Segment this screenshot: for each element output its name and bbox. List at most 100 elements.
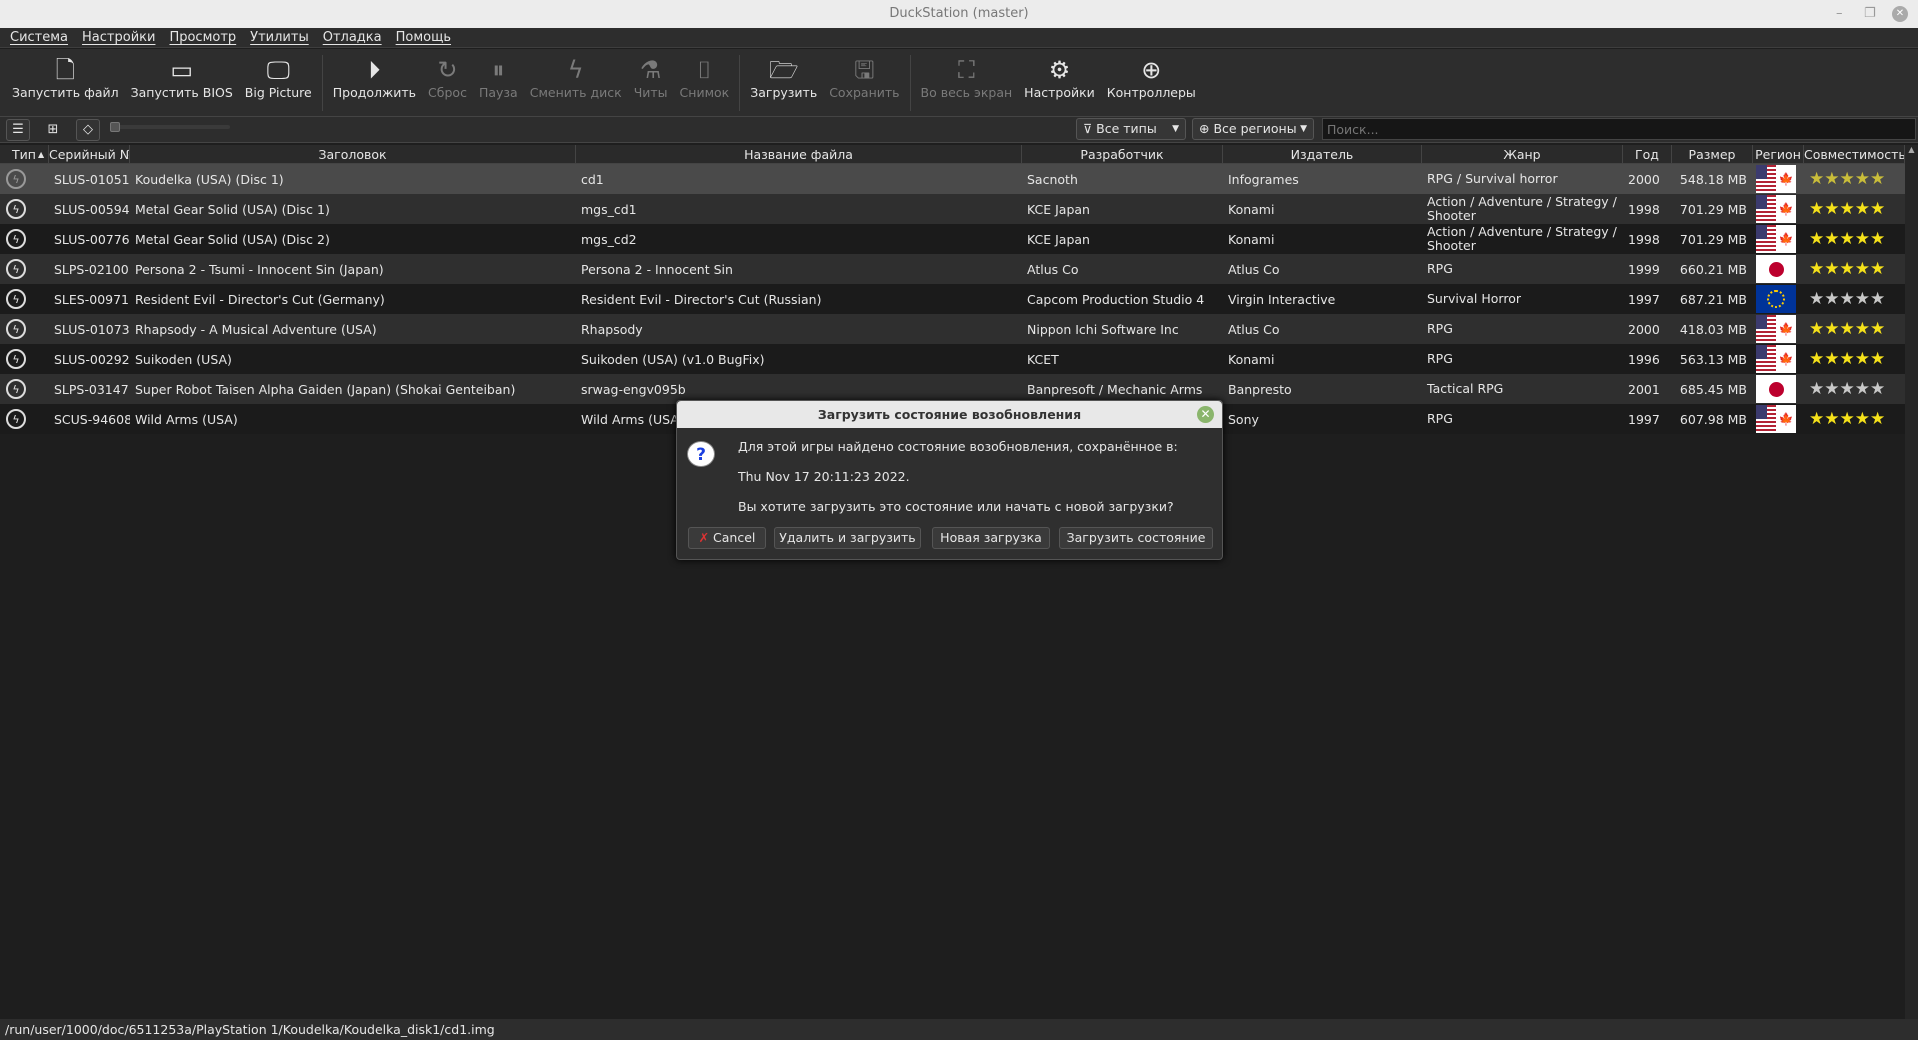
list-view-button[interactable]: ☰ (6, 119, 30, 141)
column-header[interactable]: Серийный № (49, 145, 130, 164)
toolbar-button-10[interactable]: 🖫 Сохранить (823, 49, 905, 100)
toolbar-button-11[interactable]: ⛶ Во весь экран (915, 49, 1019, 100)
column-header[interactable]: Размер (1672, 145, 1753, 164)
pause-icon: ⏸ (492, 56, 505, 84)
region-flag-eu (1756, 285, 1796, 313)
column-header[interactable]: Заголовок (130, 145, 576, 164)
disc-type-icon: ϟ (6, 319, 26, 339)
toolbar-button-label: Big Picture (244, 85, 312, 100)
star-icon: ★ (1809, 289, 1825, 309)
table-row[interactable]: ϟ SLUS-00776 Metal Gear Solid (USA) (Disc … (0, 224, 1905, 254)
cell-publisher: Konami (1228, 201, 1275, 217)
maximize-button[interactable]: ❐ (1864, 0, 1876, 28)
toolbar-button-6[interactable]: ϟ Сменить диск (524, 49, 628, 100)
cancel-icon: ✗ (698, 530, 714, 545)
menu-item[interactable]: Помощь (396, 28, 451, 47)
menu-item[interactable]: Настройки (82, 28, 155, 47)
dialog-message-line1: Для этой игры найдено состояние возобнов… (738, 439, 1178, 454)
vertical-scrollbar[interactable]: ▲ (1905, 145, 1918, 1019)
region-filter-dropdown[interactable]: ⊕ Все регионы ▼ (1192, 118, 1314, 140)
star-icon: ★ (1824, 349, 1840, 369)
minimize-button[interactable]: – (1836, 0, 1843, 28)
type-filter-dropdown[interactable]: ⊽ Все типы ▼ (1076, 118, 1186, 140)
toolbar-button-13[interactable]: ⊕ Контроллеры (1101, 49, 1202, 100)
cell-serial: SLUS-00292 (54, 351, 130, 367)
region-flag-us-ca: 🍁 (1756, 225, 1796, 253)
dialog-title-bar: Загрузить состояние возобновления ✕ (677, 401, 1222, 428)
status-bar: /run/user/1000/doc/6511253a/PlayStation … (0, 1019, 1918, 1040)
menu-item[interactable]: Просмотр (169, 28, 236, 47)
zoom-slider[interactable] (110, 122, 230, 132)
toolbar-separator (321, 55, 323, 111)
delete-and-boot-button[interactable]: Удалить и загрузить (774, 527, 921, 549)
search-input[interactable] (1322, 118, 1916, 140)
toolbar-button-label: Запустить файл (12, 85, 119, 100)
menu-item[interactable]: Система (10, 28, 68, 47)
cell-file: Rhapsody (581, 321, 643, 337)
column-header[interactable]: Название файла (576, 145, 1022, 164)
cell-year: 1998 (1628, 201, 1660, 217)
star-icon: ★ (1809, 259, 1825, 279)
table-row[interactable]: ϟ SLUS-00292 Suikoden (USA) Suikoden (USA) … (0, 344, 1905, 374)
star-icon: ★ (1809, 349, 1825, 369)
toolbar-button-label: Сменить диск (529, 85, 622, 100)
column-header[interactable]: Год (1623, 145, 1672, 164)
globe-icon: ⊕ (1199, 121, 1214, 136)
cell-genre: Action / Adventure / Strategy / Shooter (1427, 194, 1617, 223)
compatibility-rating: ★ ★ ★ ★ ★ (1804, 344, 1905, 374)
column-header[interactable]: Разработчик (1022, 145, 1223, 164)
star-icon: ★ (1824, 289, 1840, 309)
cell-size: 548.18 MB (1679, 171, 1747, 187)
slider-handle[interactable] (110, 122, 120, 132)
table-row[interactable]: ϟ SLUS-00594 Metal Gear Solid (USA) (Disc … (0, 194, 1905, 224)
grid-view-button[interactable]: ⊞ (41, 119, 65, 141)
cell-file: mgs_cd2 (581, 231, 637, 247)
column-header[interactable]: Регион (1753, 145, 1804, 164)
toolbar-button-5[interactable]: ⏸ Пауза (473, 49, 524, 100)
cell-title: Rhapsody - A Musical Adventure (USA) (135, 321, 377, 337)
cell-publisher: Banpresto (1228, 381, 1292, 397)
star-icon: ★ (1809, 169, 1825, 189)
table-row[interactable]: ϟ SLES-00971 Resident Evil - Director's Cu… (0, 284, 1905, 314)
toolbar: 🗋 Запустить файл ▭ Запустить BIOS 🖵 Big Pictu… (0, 49, 1918, 117)
toolbar-button-4[interactable]: ↻ Сброс (422, 49, 473, 100)
toolbar-button-9[interactable]: 🗁 Загрузить (744, 49, 823, 100)
table-row[interactable]: ϟ SLPS-02100 Persona 2 - Tsumi - Innocent … (0, 254, 1905, 284)
table-row[interactable]: ϟ SLUS-01073 Rhapsody - A Musical Adventur… (0, 314, 1905, 344)
cancel-button[interactable]: ✗ Cancel (688, 527, 766, 549)
cell-publisher: Atlus Co (1228, 261, 1280, 277)
close-button[interactable]: ✕ (1892, 6, 1908, 22)
region-flag-jp (1756, 375, 1796, 403)
star-icon: ★ (1854, 169, 1870, 189)
load-state-button[interactable]: Загрузить состояние (1059, 527, 1213, 549)
toolbar-button-3[interactable]: ⏵ Продолжить (327, 49, 422, 100)
star-icon: ★ (1854, 379, 1870, 399)
dialog-timestamp: Thu Nov 17 20:11:23 2022. (738, 469, 910, 484)
cell-size: 418.03 MB (1679, 321, 1747, 337)
dialog-close-icon[interactable]: ✕ (1197, 406, 1214, 423)
column-header[interactable]: Совместимость (1804, 145, 1905, 164)
star-icon: ★ (1809, 379, 1825, 399)
fresh-boot-button[interactable]: Новая загрузка (932, 527, 1050, 549)
table-row[interactable]: ϟ SLUS-01051 Koudelka (USA) (Disc 1) cd1 Sac… (0, 164, 1905, 194)
toolbar-button-2[interactable]: 🖵 Big Picture (239, 49, 318, 100)
toolbar-button-12[interactable]: ⚙ Настройки (1018, 49, 1101, 100)
toolbar-button-1[interactable]: ▭ Запустить BIOS (125, 49, 239, 100)
menu-item[interactable]: Утилиты (250, 28, 309, 47)
cover-tag-button[interactable]: ◇ (76, 119, 100, 141)
toolbar-button-7[interactable]: ⚗ Читы (628, 49, 674, 100)
star-icon: ★ (1839, 229, 1855, 249)
dialog-question: Вы хотите загрузить это состояние или на… (738, 499, 1174, 514)
cell-genre: Survival Horror (1427, 291, 1521, 306)
cell-title: Metal Gear Solid (USA) (Disc 1) (135, 201, 330, 217)
toolbar-button-label: Сохранить (829, 85, 900, 100)
toolbar-button-8[interactable]: ⌷ Снимок (674, 49, 736, 100)
cell-publisher: Infogrames (1228, 171, 1299, 187)
column-header[interactable]: Издатель (1223, 145, 1422, 164)
column-header[interactable]: Жанр (1422, 145, 1623, 164)
star-icon: ★ (1870, 349, 1886, 369)
menu-item[interactable]: Отладка (323, 28, 382, 47)
toolbar-button-0[interactable]: 🗋 Запустить файл (6, 49, 125, 100)
scroll-up-arrow[interactable]: ▲ (1905, 145, 1918, 154)
star-icon: ★ (1839, 409, 1855, 429)
